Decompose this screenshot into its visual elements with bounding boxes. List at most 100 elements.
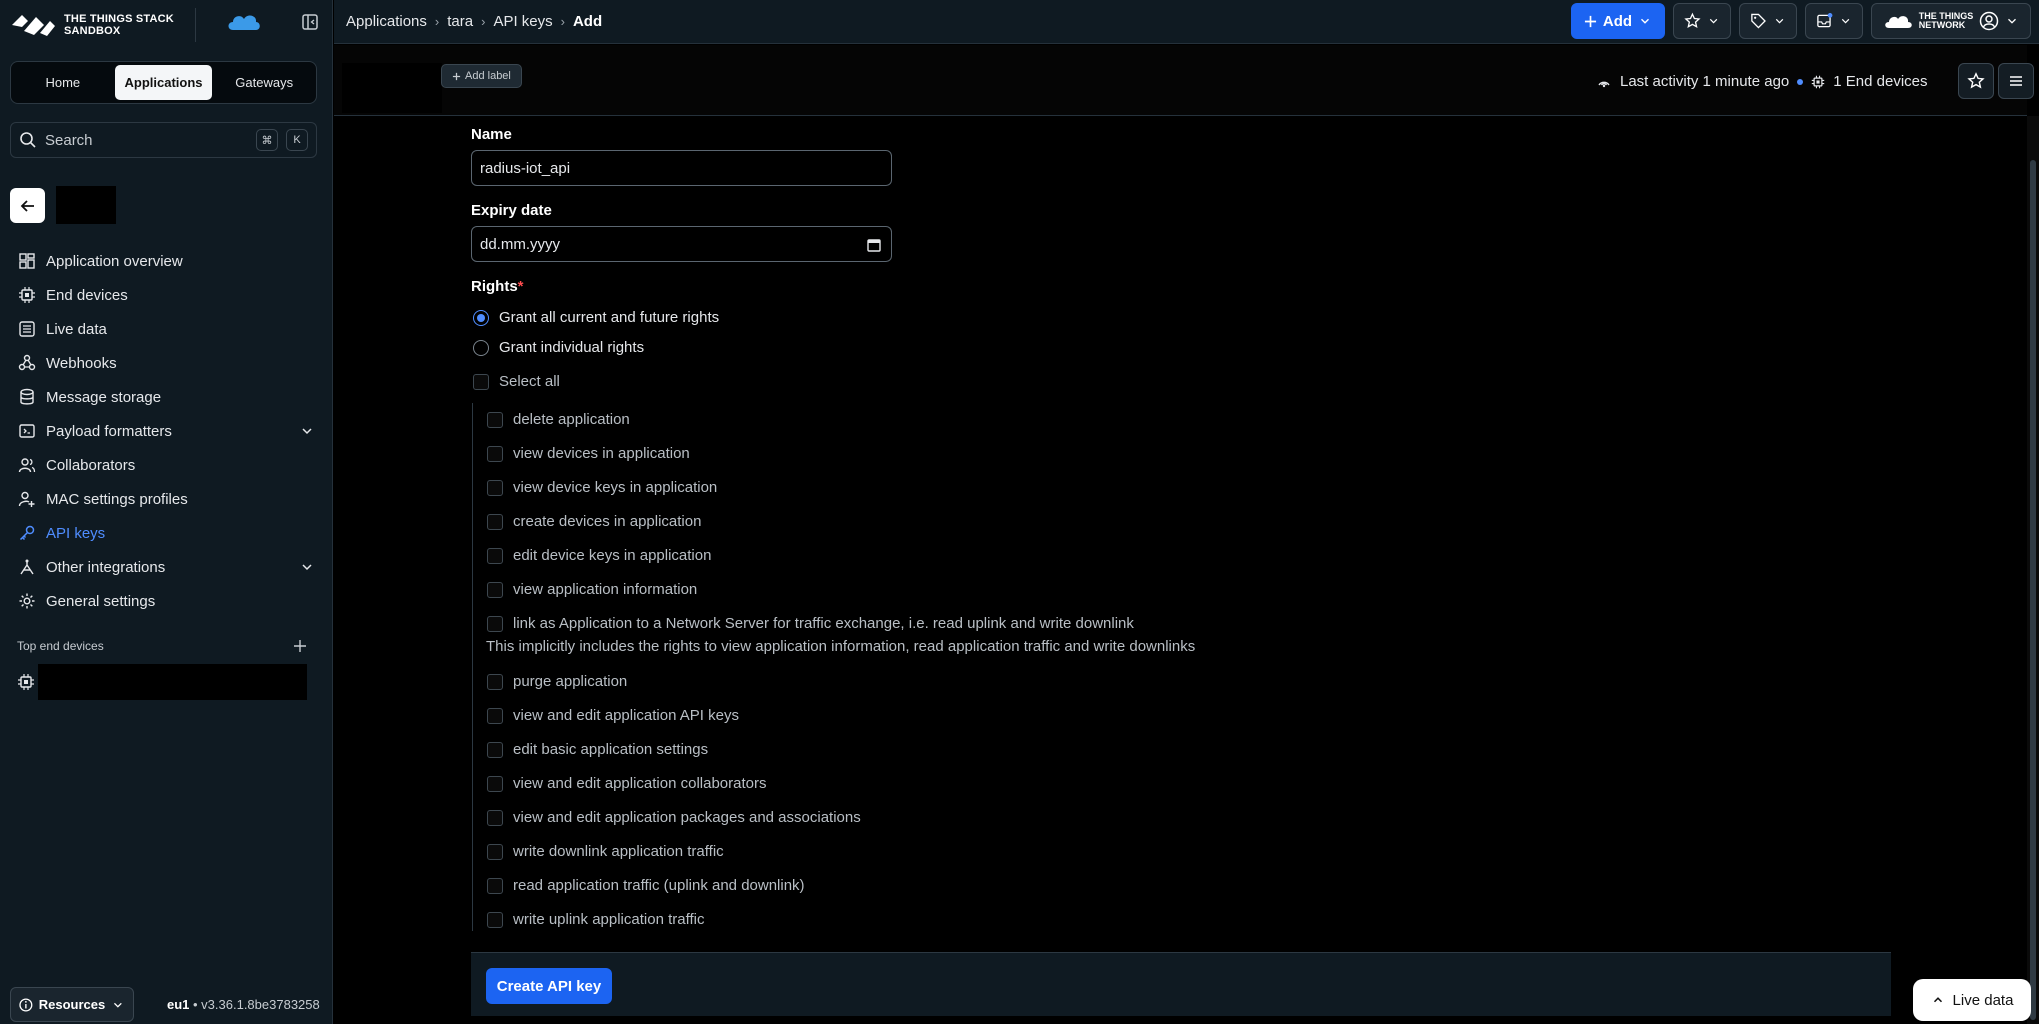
chevron-right-icon: › <box>434 14 440 29</box>
right-edit-device-keys[interactable]: edit device keys in application <box>487 547 711 564</box>
create-api-key-button[interactable]: Create API key <box>486 968 612 1004</box>
chip-icon <box>1812 75 1825 88</box>
expiry-date-field[interactable]: dd.mm.yyyy <box>471 226 892 262</box>
tab-gateways[interactable]: Gateways <box>215 65 313 100</box>
logo-mark-icon <box>12 15 55 36</box>
right-view-devices[interactable]: view devices in application <box>487 445 690 462</box>
checkbox[interactable] <box>487 615 503 632</box>
sidebar-item-api-keys[interactable]: API keys <box>10 516 323 550</box>
chevron-right-icon: › <box>560 14 565 29</box>
breadcrumb-applications[interactable]: Applications <box>346 13 427 30</box>
sidebar-item-message-storage[interactable]: Message storage <box>10 380 323 414</box>
rights-label: Rights* <box>471 278 524 295</box>
checkbox[interactable] <box>487 741 503 758</box>
scrollbar-thumb[interactable] <box>2030 160 2036 1020</box>
breadcrumb: Applications › tara › API keys › Add <box>346 13 602 30</box>
checkbox[interactable] <box>487 707 503 724</box>
select-all-checkbox[interactable]: Select all <box>473 373 560 390</box>
sidebar-item-general-settings[interactable]: General settings <box>10 584 323 618</box>
name-label: Name <box>471 126 512 143</box>
live-data-toggle[interactable]: Live data <box>1913 979 2031 1021</box>
sidebar-item-mac-settings-profiles[interactable]: MAC settings profiles <box>10 482 323 516</box>
grant-all-label: Grant all current and future rights <box>499 309 720 326</box>
right-label: write uplink application traffic <box>513 911 705 928</box>
end-devices-count[interactable]: 1 End devices <box>1833 73 1927 90</box>
form-footer: Create API key <box>471 952 1891 1016</box>
right-label: view devices in application <box>513 445 690 462</box>
chevron-down-icon[interactable] <box>299 423 315 439</box>
back-button[interactable] <box>10 188 45 223</box>
grant-all-radio[interactable]: Grant all current and future rights <box>473 309 719 326</box>
sidebar-item-webhooks[interactable]: Webhooks <box>10 346 323 380</box>
sidebar-item-label: Application overview <box>46 252 183 270</box>
right-view-application-info[interactable]: view application information <box>487 581 697 598</box>
checkbox[interactable] <box>473 373 489 390</box>
right-create-devices[interactable]: create devices in application <box>487 513 701 530</box>
right-label: create devices in application <box>513 513 702 530</box>
sidebar-item-collaborators[interactable]: Collaborators <box>10 448 323 482</box>
arrow-left-icon <box>20 199 34 212</box>
right-read-traffic[interactable]: read application traffic (uplink and dow… <box>487 877 805 894</box>
checkbox[interactable] <box>487 809 503 826</box>
sidebar-item-end-devices[interactable]: End devices <box>10 278 323 312</box>
search-input[interactable]: Search ⌘ K <box>10 122 317 158</box>
sidebar-item-payload-formatters[interactable]: Payload formatters <box>10 414 323 448</box>
chevron-down-icon[interactable] <box>299 559 315 575</box>
labels-button[interactable] <box>1739 3 1797 39</box>
inbox-icon <box>1817 13 1833 28</box>
name-field[interactable]: radius-iot_api <box>471 150 892 186</box>
breadcrumb-application[interactable]: tara <box>447 13 473 30</box>
sidebar-item-label: Message storage <box>46 388 162 406</box>
right-write-downlink[interactable]: write downlink application traffic <box>487 843 724 860</box>
checkbox[interactable] <box>487 911 503 928</box>
bookmarks-button[interactable] <box>1673 3 1731 39</box>
sidebar-item-label: Live data <box>46 320 107 338</box>
right-write-uplink[interactable]: write uplink application traffic <box>487 911 704 928</box>
right-edit-api-keys[interactable]: view and edit application API keys <box>487 707 739 724</box>
resources-button[interactable]: Resources <box>10 987 134 1022</box>
bookmark-button[interactable] <box>1958 63 1994 99</box>
grant-individual-radio[interactable]: Grant individual rights <box>473 339 644 356</box>
end-device-redacted[interactable] <box>38 664 307 700</box>
radio-checked[interactable] <box>473 309 489 326</box>
checkbox[interactable] <box>487 843 503 860</box>
tab-home[interactable]: Home <box>14 65 112 100</box>
right-delete-application[interactable]: delete application <box>487 411 630 428</box>
breadcrumb-api-keys[interactable]: API keys <box>493 13 552 30</box>
calendar-icon[interactable] <box>866 237 882 253</box>
right-edit-collaborators[interactable]: view and edit application collaborators <box>487 775 766 792</box>
right-label: view and edit application API keys <box>513 707 739 724</box>
checkbox[interactable] <box>487 775 503 792</box>
right-purge-application[interactable]: purge application <box>487 673 627 690</box>
checkbox[interactable] <box>487 673 503 690</box>
checkbox[interactable] <box>487 547 503 564</box>
application-header: Add label Last activity 1 minute ago 1 E… <box>334 45 2034 116</box>
chip-icon <box>18 674 34 690</box>
right-view-device-keys[interactable]: view device keys in application <box>487 479 717 496</box>
plus-icon[interactable] <box>292 638 308 654</box>
sidebar-item-live-data[interactable]: Live data <box>10 312 323 346</box>
account-menu-button[interactable]: THE THINGS NETWORK <box>1871 3 2031 39</box>
right-link-network-server[interactable]: link as Application to a Network Server … <box>487 615 1134 632</box>
checkbox[interactable] <box>487 445 503 462</box>
tab-applications[interactable]: Applications <box>114 65 213 100</box>
checkbox[interactable] <box>487 877 503 894</box>
sidebar-item-application-overview[interactable]: Application overview <box>10 244 323 278</box>
add-label-button[interactable]: Add label <box>441 64 522 88</box>
sidebar-collapse-icon[interactable] <box>300 12 320 32</box>
checkbox[interactable] <box>487 411 503 428</box>
kbd-command: ⌘ <box>256 129 278 151</box>
sidebar-item-other-integrations[interactable]: Other integrations <box>10 550 323 584</box>
right-edit-packages[interactable]: view and edit application packages and a… <box>487 809 861 826</box>
checkbox[interactable] <box>487 581 503 598</box>
name-value: radius-iot_api <box>480 159 571 177</box>
notifications-button[interactable] <box>1805 3 1863 39</box>
sidebar-item-label: Webhooks <box>46 354 117 372</box>
right-edit-basic-settings[interactable]: edit basic application settings <box>487 741 708 758</box>
checkbox[interactable] <box>487 513 503 530</box>
radio-unchecked[interactable] <box>473 339 489 356</box>
checkbox[interactable] <box>487 479 503 496</box>
menu-button[interactable] <box>1998 63 2034 99</box>
add-button[interactable]: Add <box>1571 3 1665 39</box>
stack-logo[interactable]: THE THINGS STACK SANDBOX <box>10 10 175 40</box>
